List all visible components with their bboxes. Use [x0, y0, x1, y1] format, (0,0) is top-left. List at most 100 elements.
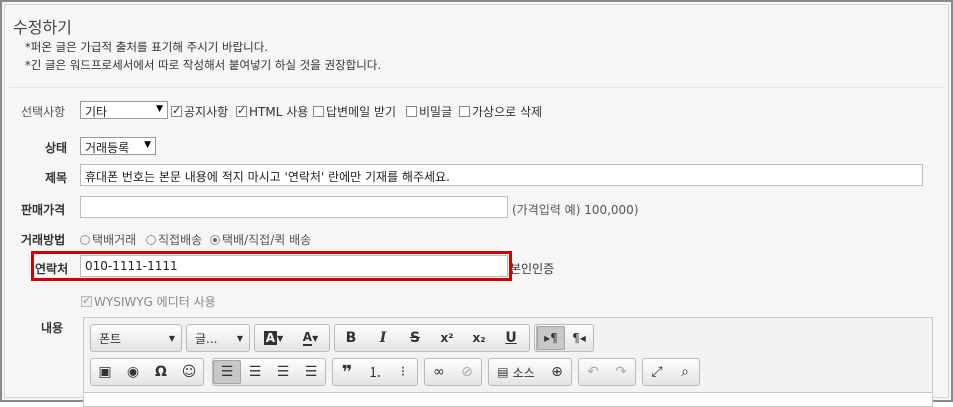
view-group: ⤢ ⌕ — [642, 358, 700, 386]
strikethrough-icon: S — [409, 330, 421, 346]
radio-method-delivery[interactable]: 택배거래 — [80, 231, 136, 248]
link-group: ∞ ⊘ — [424, 358, 482, 386]
bold-button[interactable]: B — [335, 325, 367, 351]
text-color-icon: A — [263, 331, 278, 345]
quote-icon: ❞ — [341, 361, 353, 383]
checkbox-reply-mail-label: 답변메일 받기 — [326, 105, 397, 119]
content-editor: 폰트 ▼ 글... ▼ A ▼ A ▼ B I S x² x₂ U ▸¶ ¶◂ … — [83, 317, 933, 407]
flash-button[interactable]: ◉ — [119, 359, 147, 385]
undo-button[interactable]: ↶ — [579, 359, 607, 385]
subject-label: 제목 — [45, 171, 68, 185]
price-hint: (가격입력 예) 100,000) — [512, 203, 639, 217]
redo-button[interactable]: ↷ — [607, 359, 635, 385]
link-button[interactable]: ∞ — [425, 359, 453, 385]
contact-input[interactable]: 010-1111-1111 — [80, 255, 508, 277]
strike-button[interactable]: S — [399, 325, 431, 351]
bullet-list-button[interactable]: ⁝ — [389, 359, 417, 385]
bg-color-icon: A — [302, 330, 313, 346]
identity-verify-link[interactable]: 본인인증 — [510, 260, 554, 277]
source-icon: ▤ — [497, 365, 509, 379]
radio-icon — [146, 234, 156, 245]
direction-group: ▸¶ ¶◂ — [536, 324, 594, 352]
subject-input[interactable]: 휴대폰 번호는 본문 내용에 적지 마시고 '연락처' 란에만 기재를 해주세요… — [80, 164, 923, 186]
size-dropdown[interactable]: 글... ▼ — [186, 324, 250, 352]
status-select-value: 거래등록 — [85, 141, 130, 155]
text-color-button[interactable]: A ▼ — [255, 325, 292, 351]
rtl-button[interactable]: ¶◂ — [565, 325, 593, 351]
history-group: ↶ ↷ — [578, 358, 636, 386]
smiley-icon: ☺ — [181, 364, 197, 380]
checkbox-icon — [236, 104, 247, 117]
align-group: ☰ ☰ ☰ ☰ — [212, 358, 326, 386]
checkbox-secret-label: 비밀글 — [419, 105, 453, 119]
content-label: 내용 — [41, 321, 64, 335]
ltr-icon: ▸¶ — [544, 331, 558, 345]
form-panel: 수정하기 *퍼온 글은 가급적 출처를 표기해 주시기 바랍니다. *긴 글은 … — [4, 4, 949, 407]
chevron-down-icon: ▼ — [156, 104, 163, 114]
maximize-icon: ⤢ — [651, 364, 663, 380]
format-group: B I S x² x₂ U — [334, 324, 530, 352]
subscript-button[interactable]: x₂ — [463, 325, 495, 351]
status-select[interactable]: 거래등록 ▼ — [80, 137, 156, 155]
blockquote-button[interactable]: ❞ — [333, 359, 361, 385]
block-group: ❞ ⒈ ⁝ — [332, 358, 418, 386]
divider — [9, 87, 944, 88]
checkbox-html[interactable]: HTML 사용 — [236, 103, 308, 120]
underline-button[interactable]: U — [495, 325, 527, 351]
radio-method-direct-label: 직접배송 — [158, 233, 203, 247]
source-button[interactable]: ▤ 소스 — [489, 359, 543, 385]
align-right-button[interactable]: ☰ — [269, 359, 297, 385]
price-input[interactable] — [80, 196, 508, 218]
editor-content-area[interactable] — [84, 392, 932, 406]
size-dropdown-label: 글... — [195, 331, 218, 346]
undo-icon: ↶ — [587, 364, 599, 380]
special-char-button[interactable]: Ω — [147, 359, 175, 385]
emoticon-button[interactable]: ☺ — [175, 359, 203, 385]
price-label: 판매가격 — [21, 203, 66, 217]
source-button-label: 소스 — [512, 365, 535, 380]
preview-button[interactable]: ⊕ — [543, 359, 571, 385]
checkbox-icon — [171, 104, 182, 117]
radio-method-delivery-label: 택배거래 — [92, 233, 137, 247]
italic-button[interactable]: I — [367, 325, 399, 351]
maximize-button[interactable]: ⤢ — [643, 359, 671, 385]
checkbox-icon — [406, 106, 417, 117]
checkbox-wysiwyg-label: WYSIWYG 에디터 사용 — [94, 295, 216, 309]
ordered-list-button[interactable]: ⒈ — [361, 359, 389, 385]
image-button[interactable]: ▣ — [91, 359, 119, 385]
insert-group: ▣ ◉ Ω ☺ — [90, 358, 204, 386]
checkbox-virtual-delete[interactable]: 가상으로 삭제 — [459, 103, 542, 120]
superscript-icon: x² — [440, 331, 454, 345]
align-right-icon: ☰ — [276, 364, 290, 380]
ltr-button[interactable]: ▸¶ — [537, 326, 565, 350]
font-dropdown[interactable]: 폰트 ▼ — [90, 324, 182, 352]
align-left-icon: ☰ — [220, 364, 234, 380]
page-title: 수정하기 — [13, 18, 72, 37]
align-center-icon: ☰ — [248, 364, 262, 380]
checkbox-notice[interactable]: 공지사항 — [171, 103, 228, 120]
checkbox-wysiwyg[interactable]: WYSIWYG 에디터 사용 — [81, 293, 216, 310]
subscript-icon: x₂ — [472, 331, 486, 345]
category-select[interactable]: 기타 ▼ — [80, 101, 168, 119]
globe-icon: ⊕ — [551, 364, 563, 380]
bg-color-button[interactable]: A ▼ — [292, 325, 329, 351]
contact-label: 연락처 — [35, 262, 69, 276]
align-justify-button[interactable]: ☰ — [297, 359, 325, 385]
superscript-button[interactable]: x² — [431, 325, 463, 351]
omega-icon: Ω — [155, 364, 167, 380]
category-select-value: 기타 — [85, 105, 108, 119]
unlink-button[interactable]: ⊘ — [453, 359, 481, 385]
checkbox-icon — [459, 106, 470, 117]
checkbox-notice-label: 공지사항 — [184, 105, 229, 119]
align-center-button[interactable]: ☰ — [241, 359, 269, 385]
checkbox-secret[interactable]: 비밀글 — [406, 103, 452, 120]
align-left-button[interactable]: ☰ — [213, 360, 241, 384]
find-button[interactable]: ⌕ — [671, 359, 699, 385]
underline-icon: U — [505, 330, 517, 346]
radio-method-all[interactable]: 택배/직접/퀵 배송 — [210, 231, 311, 248]
radio-method-direct[interactable]: 직접배송 — [146, 231, 202, 248]
window-frame: 수정하기 *퍼온 글은 가급적 출처를 표기해 주시기 바랍니다. *긴 글은 … — [0, 0, 953, 407]
color-group: A ▼ A ▼ — [254, 324, 330, 352]
link-icon: ∞ — [433, 364, 445, 380]
checkbox-reply-mail[interactable]: 답변메일 받기 — [313, 103, 396, 120]
